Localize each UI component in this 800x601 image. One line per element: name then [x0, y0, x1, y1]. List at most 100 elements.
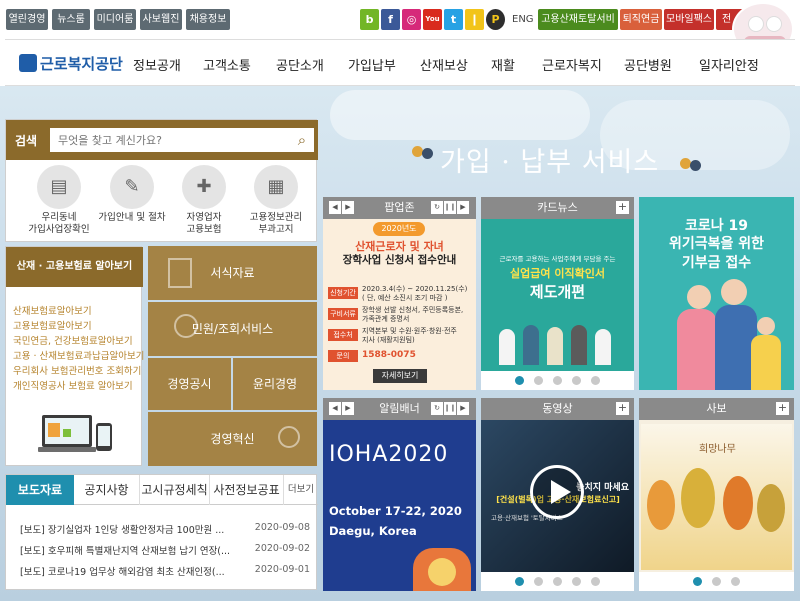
search-panel: 검색 ⌕ ▤ 우리동네 가입사업장확인 ✎ 가입안내 및 절차 ✚ 자영업자 고… [5, 119, 318, 242]
mobile-fax-link[interactable]: 모바일팩스 [664, 9, 714, 30]
tab-regulations[interactable]: 고시규정세칙 [140, 475, 210, 505]
next-icon[interactable]: ▶ [342, 201, 354, 214]
carousel-dot[interactable] [591, 577, 600, 586]
insurance-link[interactable]: 고용 · 산재보험료과납급알아보기 [13, 349, 144, 364]
podcast-icon[interactable]: P [486, 9, 505, 30]
tile-mgmt-disclosure[interactable]: 경영공시 [148, 358, 231, 410]
insurance-link[interactable]: 산재보험료알아보기 [13, 304, 141, 319]
play-button[interactable] [530, 465, 584, 519]
total-service-link[interactable]: 고용산재토탈서비스 [538, 9, 618, 46]
english-link[interactable]: ENG [512, 9, 534, 30]
carousel-dot[interactable] [515, 577, 524, 586]
news-item[interactable]: [보도] 장기실업자 1인당 생활안정자금 100만원 ... 2020-09-… [20, 522, 310, 536]
news-item[interactable]: [보도] 코로나19 업무상 해외감염 최초 산재인정(... 2020-09-… [20, 564, 310, 578]
play-icon[interactable]: ▶ [457, 201, 469, 214]
carousel-dot[interactable] [591, 376, 600, 385]
blog-icon[interactable]: b [360, 9, 379, 30]
tile-label: 민원/조회서비스 [191, 322, 274, 336]
card-title: 팝업존 [384, 201, 415, 214]
carousel-dots [481, 375, 634, 388]
popup-content[interactable]: 2020년도 산재근로자 및 자녀 장학사업 신청서 접수안내 신청기간 202… [323, 219, 476, 390]
carousel-dot[interactable] [572, 376, 581, 385]
popup-year: 2020년도 [373, 222, 425, 236]
plus-icon[interactable]: + [616, 402, 629, 415]
util-link-recruit[interactable]: 채용정보 [186, 9, 230, 30]
carousel-dot[interactable] [553, 376, 562, 385]
news-item[interactable]: [보도] 호우피해 특별재난지역 산재보험 납기 연장(... 2020-09-… [20, 543, 310, 557]
carousel-dot[interactable] [693, 577, 702, 586]
menu-about[interactable]: 공단소개 [276, 55, 324, 74]
carousel-dot[interactable] [534, 577, 543, 586]
instagram-icon[interactable]: ◎ [402, 9, 421, 30]
card-popup-zone: 팝업존 ◀ ▶ ↻ ❙❙ ▶ 2020년도 산재근로자 및 자녀 장학사업 신청… [323, 197, 476, 390]
popup-detail-button[interactable]: 자세히보기 [373, 369, 427, 383]
plus-icon[interactable]: + [776, 402, 789, 415]
tile-innovation[interactable]: 경영혁신 [148, 412, 317, 466]
search-button[interactable]: ⌕ [290, 128, 314, 152]
next-icon[interactable]: ▶ [342, 402, 354, 415]
prev-icon[interactable]: ◀ [329, 402, 341, 415]
pause-icon[interactable]: ❙❙ [444, 201, 456, 214]
pause-icon[interactable]: ❙❙ [444, 402, 456, 415]
quick-workplace-check[interactable]: ▤ 우리동네 가입사업장확인 [24, 165, 94, 236]
carousel-dots [639, 576, 794, 589]
tab-notice[interactable]: 공지사항 [74, 475, 140, 505]
menu-job-stability[interactable]: 일자리안정 [699, 55, 779, 74]
menu-rehab[interactable]: 재활 [491, 55, 515, 74]
twitter-icon[interactable]: t [444, 9, 463, 30]
news-date: 2020-09-01 [254, 564, 310, 575]
prev-icon[interactable]: ◀ [329, 201, 341, 214]
card-title: 카드뉴스 [537, 201, 578, 214]
lightbulb-icon [278, 426, 300, 448]
facebook-icon[interactable]: f [381, 9, 400, 30]
refresh-icon[interactable]: ↻ [431, 201, 443, 214]
play-icon[interactable]: ▶ [457, 402, 469, 415]
menu-disclosure[interactable]: 정보공개 [133, 55, 181, 74]
more-link[interactable]: 더보기 [284, 475, 318, 505]
menu-hospital[interactable]: 공단병원 [624, 55, 672, 74]
menu-welfare[interactable]: 근로자복지 [542, 55, 602, 74]
insurance-link[interactable]: 개인직영공사 보험료 알아보기 [13, 379, 141, 394]
menu-subscription[interactable]: 가입납부 [348, 55, 396, 74]
carousel-dot[interactable] [515, 376, 524, 385]
magazine-cover[interactable]: 희망나무 [639, 420, 794, 572]
tab-press[interactable]: 보도자료 [6, 475, 74, 505]
ioha-banner[interactable]: IOHA2020 October 17-22, 2020 Daegu, Kore… [323, 420, 476, 591]
tab-disclosure[interactable]: 사전정보공표 [210, 475, 284, 505]
tile-ethics[interactable]: 윤리경영 [233, 358, 317, 410]
plus-icon[interactable]: + [616, 201, 629, 214]
news-tabs: 보도자료 공지사항 고시규정세칙 사전정보공표 더보기 [6, 475, 318, 505]
kakao-story-icon[interactable]: ❙ [465, 9, 484, 30]
quick-billing[interactable]: ▦ 고용정보관리 부과고지 [241, 165, 311, 236]
insurance-link[interactable]: 고용보험료알아보기 [13, 319, 141, 334]
menu-communication[interactable]: 고객소통 [203, 55, 251, 74]
video-thumbnail[interactable]: 놓치지 마세요 [건설(벌목)업 고용·산재보험료신고] 고용·산재보험 '토탈… [481, 420, 634, 572]
pension-link[interactable]: 퇴직연금 [620, 9, 662, 30]
carousel-dot[interactable] [553, 577, 562, 586]
search-input[interactable] [50, 128, 290, 152]
util-link-newsroom[interactable]: 뉴스룸 [52, 9, 90, 30]
insurance-link[interactable]: 우리회사 보험관리번호 조회하기 [13, 364, 141, 379]
util-link-mediaroom[interactable]: 미디어룸 [94, 9, 136, 30]
carousel-dot[interactable] [572, 577, 581, 586]
tile-forms[interactable]: 서식자료 [148, 246, 317, 300]
quick-selfemployed[interactable]: ✚ 자영업자 고용보험 [169, 165, 239, 236]
youtube-icon[interactable]: You [423, 9, 442, 30]
tile-civil-service[interactable]: 민원/조회서비스 [148, 302, 317, 356]
card-video: 동영상 + 놓치지 마세요 [건설(벌목)업 고용·산재보험료신고] 고용·산재… [481, 398, 634, 591]
quick-guide[interactable]: ✎ 가입안내 및 절차 [97, 165, 167, 224]
site-logo[interactable]: 근로복지공단 [19, 53, 123, 74]
carousel-dot[interactable] [534, 376, 543, 385]
cardnews-image[interactable]: 근로자를 고용하는 사업주에게 부담을 주는 실업급여 이직확인서 제도개편 [481, 219, 634, 371]
carousel-dot[interactable] [712, 577, 721, 586]
menu-compensation[interactable]: 산재보상 [420, 55, 468, 74]
util-link-webzine[interactable]: 사보웹진 [140, 9, 182, 30]
card-covid-donation[interactable]: 코로나 19 위기극복을 위한 기부금 접수 [639, 197, 794, 390]
carousel-dot[interactable] [731, 577, 740, 586]
util-link-openmgmt[interactable]: 열린경영 [6, 9, 48, 30]
family-illustration [677, 309, 717, 390]
quote-close-icon [680, 156, 706, 174]
logo-text: 근로복지공단 [40, 55, 123, 73]
insurance-link[interactable]: 국민연금, 건강보험료알아보기 [13, 334, 141, 349]
refresh-icon[interactable]: ↻ [431, 402, 443, 415]
